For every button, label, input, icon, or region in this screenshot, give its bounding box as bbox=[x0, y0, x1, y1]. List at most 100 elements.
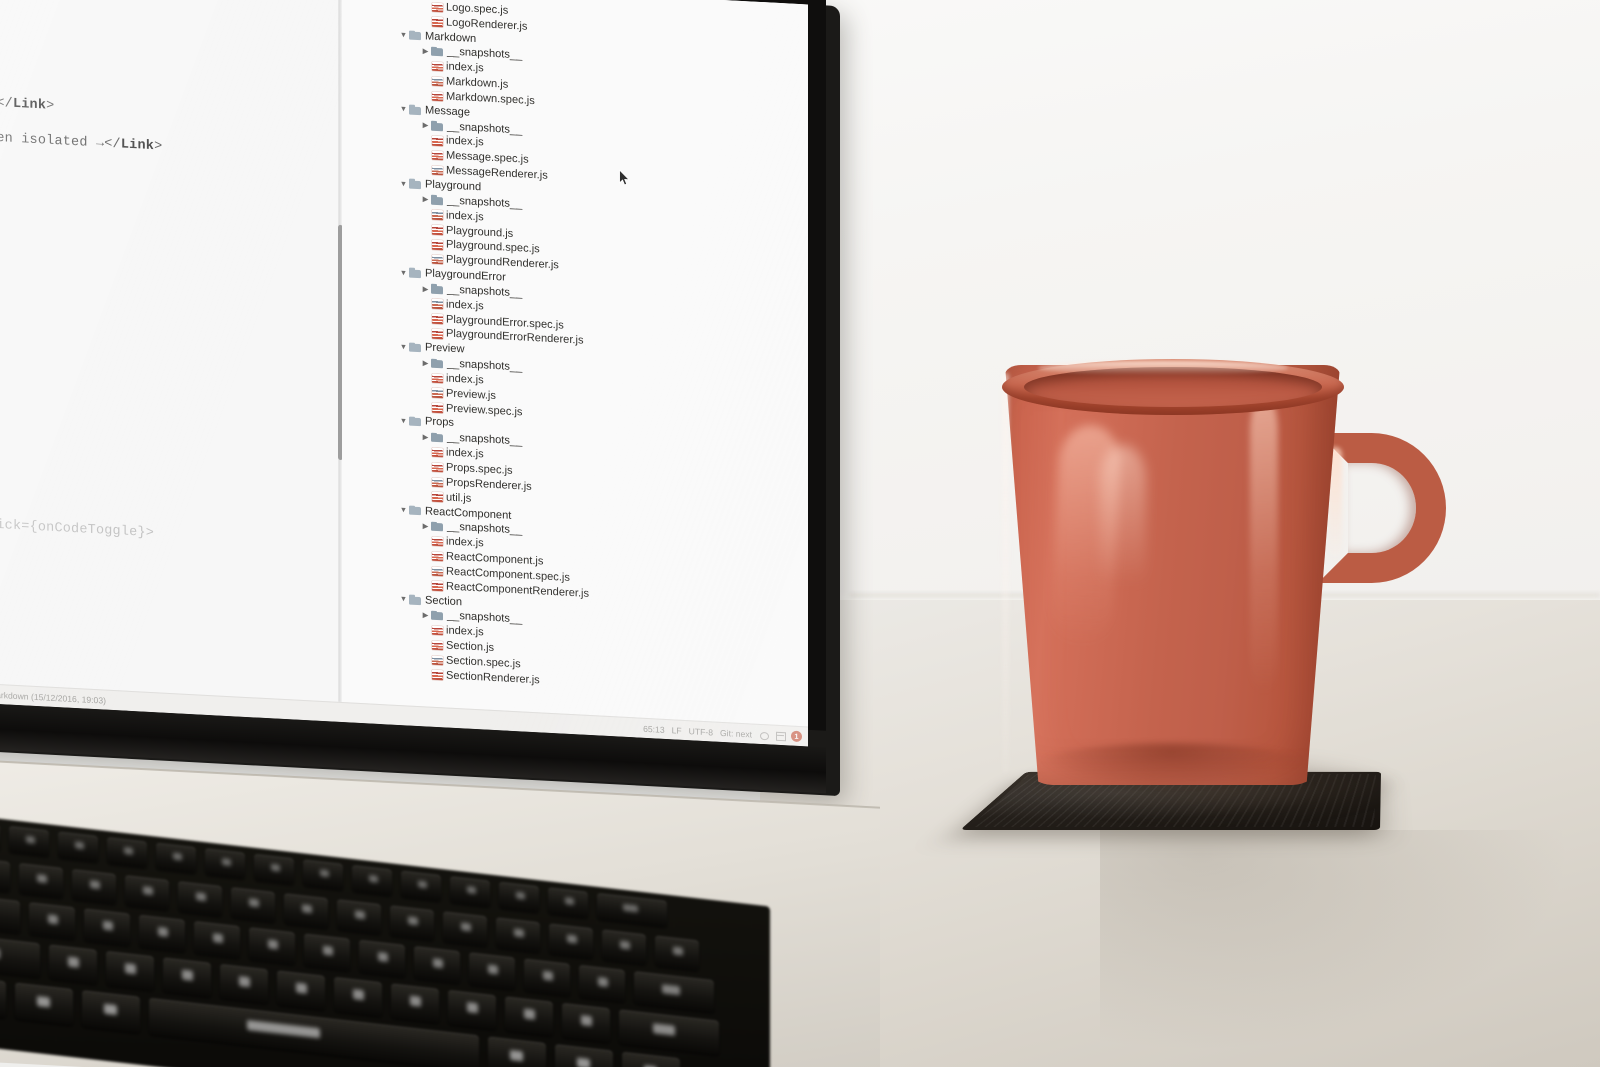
keycap-legend-glint bbox=[620, 940, 630, 951]
mug-highlight-right bbox=[1250, 395, 1278, 695]
chevron-right-icon[interactable]: ▶ bbox=[420, 195, 431, 204]
keycap-legend-glint bbox=[577, 1057, 590, 1067]
chevron-down-icon[interactable]: ▼ bbox=[398, 30, 409, 39]
keycap-legend-glint bbox=[353, 989, 364, 1001]
error-count-badge[interactable]: 1 bbox=[791, 730, 802, 743]
tree-twisty-empty bbox=[420, 244, 431, 245]
status-encoding[interactable]: UTF-8 bbox=[689, 726, 713, 737]
macbook-pro-laptop: ink}> ame}>← Exit Isolation</Link>ame + … bbox=[0, 0, 880, 1067]
code-text[interactable]: ink}> ame}>← Exit Isolation</Link>ame + … bbox=[0, 0, 338, 561]
file-tree[interactable]: index.jsLogo.spec.jsLogoRenderer.js▼Mark… bbox=[342, 0, 808, 702]
chevron-down-icon[interactable]: ▼ bbox=[398, 416, 409, 425]
chevron-right-icon[interactable]: ▶ bbox=[420, 610, 431, 619]
desk-shadow bbox=[1100, 830, 1600, 1067]
chevron-down-icon[interactable]: ▼ bbox=[398, 505, 409, 514]
file-tree-pane[interactable]: index.jsLogo.spec.jsLogoRenderer.js▼Mark… bbox=[342, 0, 808, 727]
keycap-legend-glint bbox=[467, 885, 476, 895]
keycap-legend-glint bbox=[212, 932, 223, 943]
tree-twisty-empty bbox=[420, 556, 431, 557]
chevron-right-icon[interactable]: ▶ bbox=[420, 432, 431, 441]
keycap-legend-glint bbox=[222, 857, 231, 867]
laptop-display[interactable]: ink}> ame}>← Exit Isolation</Link>ame + … bbox=[0, 0, 808, 747]
folder-open-icon bbox=[409, 105, 422, 116]
keycap-legend-glint bbox=[320, 869, 329, 878]
code-editor-window[interactable]: ink}> ame}>← Exit Isolation</Link>ame + … bbox=[0, 0, 808, 747]
bug-icon[interactable] bbox=[759, 730, 768, 739]
tree-twisty-empty bbox=[420, 21, 431, 22]
code-token: Link bbox=[120, 137, 155, 154]
file-tree-item-label: Playground bbox=[425, 178, 482, 194]
chevron-down-icon[interactable]: ▼ bbox=[398, 179, 409, 188]
chevron-down-icon[interactable]: ▼ bbox=[398, 104, 409, 113]
js-file-icon bbox=[432, 313, 443, 325]
js-file-icon bbox=[432, 61, 443, 72]
status-cursor-position[interactable]: 65:13 bbox=[643, 723, 665, 734]
js-file-icon bbox=[432, 536, 443, 547]
tree-twisty-empty bbox=[420, 229, 431, 230]
keycap-legend-glint bbox=[68, 956, 79, 968]
code-token: > bbox=[154, 138, 163, 155]
tree-twisty-empty bbox=[420, 659, 431, 660]
keycap-legend-glint bbox=[239, 976, 250, 988]
keyboard-key[interactable] bbox=[0, 974, 6, 1018]
keycap-legend-glint bbox=[302, 904, 312, 914]
tree-twisty-empty bbox=[420, 214, 431, 215]
tree-twisty-empty bbox=[420, 170, 431, 171]
keycap-legend-glint bbox=[408, 916, 418, 926]
status-git-branch[interactable]: Git: next bbox=[720, 727, 752, 739]
chevron-right-icon[interactable]: ▶ bbox=[420, 121, 431, 130]
keycap-legend-glint bbox=[267, 938, 278, 950]
tree-twisty-empty bbox=[420, 66, 431, 67]
file-tree-item-label: Message bbox=[425, 104, 471, 119]
chevron-right-icon[interactable]: ▶ bbox=[420, 521, 431, 530]
grid-icon[interactable] bbox=[775, 731, 784, 740]
chevron-right-icon[interactable]: ▶ bbox=[420, 46, 431, 55]
keycap-legend-glint bbox=[37, 874, 47, 884]
tree-twisty-empty bbox=[420, 570, 431, 571]
folder-icon bbox=[431, 284, 444, 295]
mug-left-edge-light bbox=[1002, 373, 1009, 773]
keycap-legend-glint bbox=[196, 892, 206, 902]
keycap-legend-glint bbox=[37, 995, 50, 1008]
js-file-icon bbox=[432, 210, 443, 221]
js-file-icon bbox=[432, 224, 443, 235]
status-line-ending[interactable]: LF bbox=[672, 725, 682, 736]
js-file-icon bbox=[432, 462, 443, 473]
js-file-icon bbox=[432, 492, 443, 503]
chevron-right-icon[interactable]: ▶ bbox=[420, 284, 431, 293]
file-tree-item-label: Markdown bbox=[425, 29, 477, 45]
folder-icon bbox=[431, 46, 444, 57]
mug-highlight-secondary bbox=[1100, 445, 1146, 625]
chevron-right-icon[interactable]: ▶ bbox=[420, 358, 431, 367]
chevron-down-icon[interactable]: ▼ bbox=[398, 268, 409, 277]
folder-icon bbox=[431, 358, 444, 369]
js-file-icon bbox=[432, 239, 443, 250]
keycap-legend-glint bbox=[47, 913, 58, 924]
keycap-legend-glint bbox=[510, 1049, 523, 1062]
status-build-message-group: build: Markdown (15/12/2016, 19:03) bbox=[0, 688, 106, 705]
code-pane[interactable]: ink}> ame}>← Exit Isolation</Link>ame + … bbox=[0, 0, 338, 702]
chevron-down-icon[interactable]: ▼ bbox=[398, 342, 409, 351]
keycap-legend-glint bbox=[125, 963, 136, 975]
chevron-down-icon[interactable]: ▼ bbox=[398, 594, 409, 603]
photo-scene: ink}> ame}>← Exit Isolation</Link>ame + … bbox=[0, 0, 1600, 1067]
keycap-legend-glint bbox=[524, 1008, 535, 1020]
js-file-icon bbox=[432, 655, 443, 666]
file-tree-item-label: util.js bbox=[446, 491, 472, 505]
folder-open-icon bbox=[409, 595, 422, 606]
